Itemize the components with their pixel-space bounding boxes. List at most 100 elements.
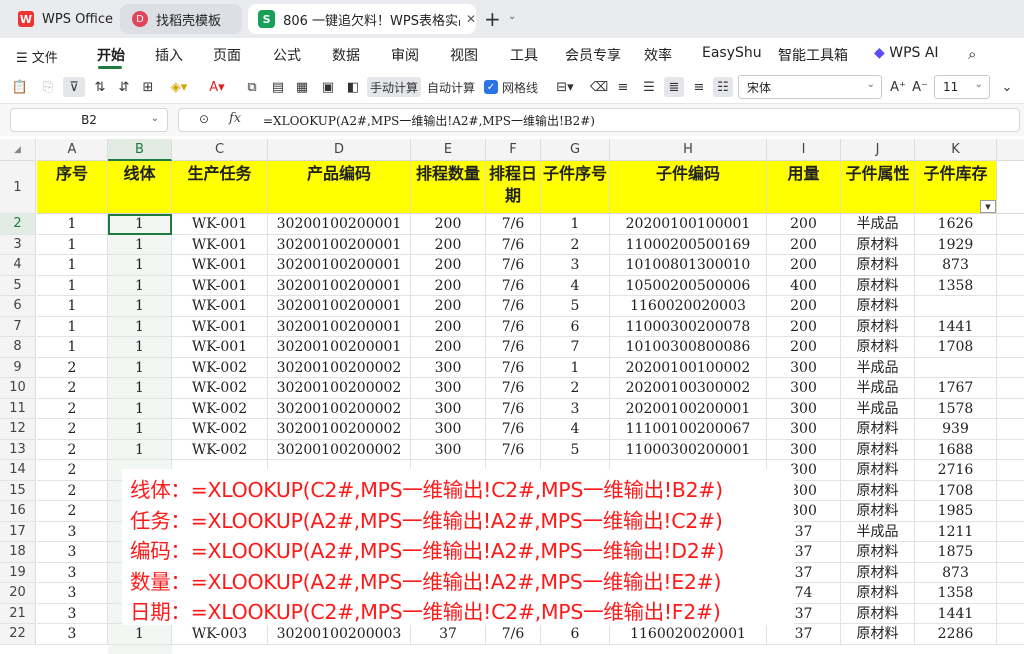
- table-cell[interactable]: 5: [541, 439, 610, 460]
- table-cell[interactable]: 1358: [915, 583, 997, 604]
- table-cell[interactable]: 30200100200003: [268, 624, 411, 645]
- table-cell-overflow[interactable]: [997, 276, 1024, 296]
- row-header[interactable]: 18: [0, 542, 36, 563]
- menu-home[interactable]: 开始: [97, 45, 125, 65]
- column-header-e[interactable]: E: [411, 139, 486, 161]
- row-header[interactable]: 5: [0, 275, 36, 296]
- header-cell-empty[interactable]: [997, 161, 1024, 214]
- table-cell[interactable]: WK-001: [172, 296, 268, 317]
- row-header[interactable]: 3: [0, 234, 36, 255]
- align-top-icon[interactable]: ≡: [614, 77, 632, 97]
- table-cell-overflow[interactable]: [997, 296, 1024, 317]
- table-cell[interactable]: 1767: [915, 378, 997, 399]
- table-cell[interactable]: 200: [767, 214, 841, 235]
- header-cell[interactable]: 子件序号: [541, 161, 610, 214]
- table-cell[interactable]: WK-002: [172, 419, 268, 440]
- table-cell[interactable]: 2: [541, 378, 610, 399]
- menu-wps-ai[interactable]: ◆ WPS AI: [874, 45, 939, 61]
- table-cell[interactable]: 30200100200002: [268, 398, 411, 419]
- table-cell[interactable]: 1: [108, 234, 172, 255]
- align-left-icon[interactable]: ☰: [640, 77, 658, 97]
- table-cell[interactable]: 1441: [915, 603, 997, 624]
- table-cell[interactable]: 1358: [915, 275, 997, 296]
- table-cell[interactable]: 1211: [915, 521, 997, 542]
- table-cell[interactable]: 1: [37, 255, 108, 276]
- table-cell[interactable]: 2716: [915, 460, 997, 481]
- table-cell[interactable]: 1160020020003: [610, 296, 767, 317]
- table-cell[interactable]: 原材料: [841, 562, 915, 583]
- table-cell-overflow[interactable]: [997, 399, 1024, 419]
- filter-dropdown-icon[interactable]: ▼: [980, 200, 996, 213]
- menu-efficiency[interactable]: 效率: [644, 45, 672, 65]
- menu-view[interactable]: 视图: [450, 45, 478, 65]
- table-cell[interactable]: 1: [37, 234, 108, 255]
- column-header-l[interactable]: [997, 139, 1024, 161]
- header-cell[interactable]: 排程数量: [411, 161, 486, 214]
- table-cell[interactable]: 30200100200001: [268, 275, 411, 296]
- row-header[interactable]: 16: [0, 501, 36, 522]
- table-cell[interactable]: 7/6: [486, 316, 541, 337]
- table-cell[interactable]: 1: [37, 275, 108, 296]
- table-cell[interactable]: 30200100200002: [268, 419, 411, 440]
- table-cell-overflow[interactable]: [997, 460, 1024, 481]
- table-cell[interactable]: 300: [767, 419, 841, 440]
- formula-input[interactable]: ⊙ fx =XLOOKUP(A2#,MPS一维输出!A2#,MPS一维输出!B2…: [178, 108, 1020, 132]
- column-header-f[interactable]: F: [486, 139, 541, 161]
- header-cell[interactable]: 子件属性: [841, 161, 915, 214]
- table-cell-overflow[interactable]: [997, 522, 1024, 542]
- table-cell[interactable]: 200: [767, 296, 841, 317]
- table-cell-overflow[interactable]: [997, 317, 1024, 337]
- table-cell[interactable]: WK-001: [172, 234, 268, 255]
- row-header[interactable]: 15: [0, 480, 36, 501]
- table-cell[interactable]: 1: [108, 275, 172, 296]
- table-cell[interactable]: 1: [108, 296, 172, 317]
- table-cell[interactable]: 1: [108, 439, 172, 460]
- header-cell[interactable]: 线体: [108, 161, 172, 214]
- table-cell[interactable]: 20200100200001: [610, 398, 767, 419]
- tab-docer-templates[interactable]: D 找稻壳模板: [120, 4, 242, 34]
- table-cell[interactable]: 3: [541, 398, 610, 419]
- table-cell[interactable]: 5: [541, 296, 610, 317]
- table-cell[interactable]: 7/6: [486, 439, 541, 460]
- freeze-icon[interactable]: ▦: [292, 77, 312, 97]
- table-cell[interactable]: WK-002: [172, 398, 268, 419]
- table-cell[interactable]: 11000200500169: [610, 234, 767, 255]
- table-cell[interactable]: 半成品: [841, 521, 915, 542]
- table-cell[interactable]: 37: [411, 624, 486, 645]
- row-header[interactable]: 19: [0, 562, 36, 583]
- table-cell[interactable]: 2: [37, 419, 108, 440]
- column-header-i[interactable]: I: [767, 139, 841, 161]
- table-cell[interactable]: 200: [411, 316, 486, 337]
- table-cell[interactable]: 原材料: [841, 460, 915, 481]
- table-cell-overflow[interactable]: [997, 440, 1024, 460]
- table-cell[interactable]: 20200100300002: [610, 378, 767, 399]
- table-cell[interactable]: 原材料: [841, 255, 915, 276]
- table-cell[interactable]: 1: [108, 337, 172, 358]
- table-cell[interactable]: 10100801300010: [610, 255, 767, 276]
- table-cell[interactable]: 原材料: [841, 583, 915, 604]
- table-cell[interactable]: 1708: [915, 480, 997, 501]
- paste-icon[interactable]: 📋: [10, 77, 30, 97]
- table-cell[interactable]: 1160020020001: [610, 624, 767, 645]
- table-cell[interactable]: WK-001: [172, 255, 268, 276]
- table-cell[interactable]: 1: [541, 357, 610, 378]
- font-grow-icon[interactable]: A⁺: [888, 77, 908, 97]
- table-cell[interactable]: 2: [37, 378, 108, 399]
- table-cell[interactable]: 300: [411, 419, 486, 440]
- header-cell[interactable]: 生产任务: [172, 161, 268, 214]
- auto-calc-button[interactable]: 自动计算: [425, 77, 477, 97]
- table-cell[interactable]: 半成品: [841, 214, 915, 235]
- table-cell[interactable]: 300: [411, 378, 486, 399]
- table-cell[interactable]: 7/6: [486, 234, 541, 255]
- column-header-a[interactable]: A: [37, 139, 108, 161]
- table-cell[interactable]: 10100300800086: [610, 337, 767, 358]
- table-cell-overflow[interactable]: [997, 419, 1024, 440]
- row-header[interactable]: 1: [0, 161, 36, 214]
- gridlines-toggle[interactable]: ✓ 网格线: [483, 77, 539, 97]
- table-cell[interactable]: WK-001: [172, 337, 268, 358]
- table-cell[interactable]: 300: [767, 439, 841, 460]
- table-cell[interactable]: 7/6: [486, 275, 541, 296]
- row-header[interactable]: 17: [0, 521, 36, 542]
- font-size-select[interactable]: 11 ⌄: [934, 75, 990, 99]
- table-cell[interactable]: 200: [411, 255, 486, 276]
